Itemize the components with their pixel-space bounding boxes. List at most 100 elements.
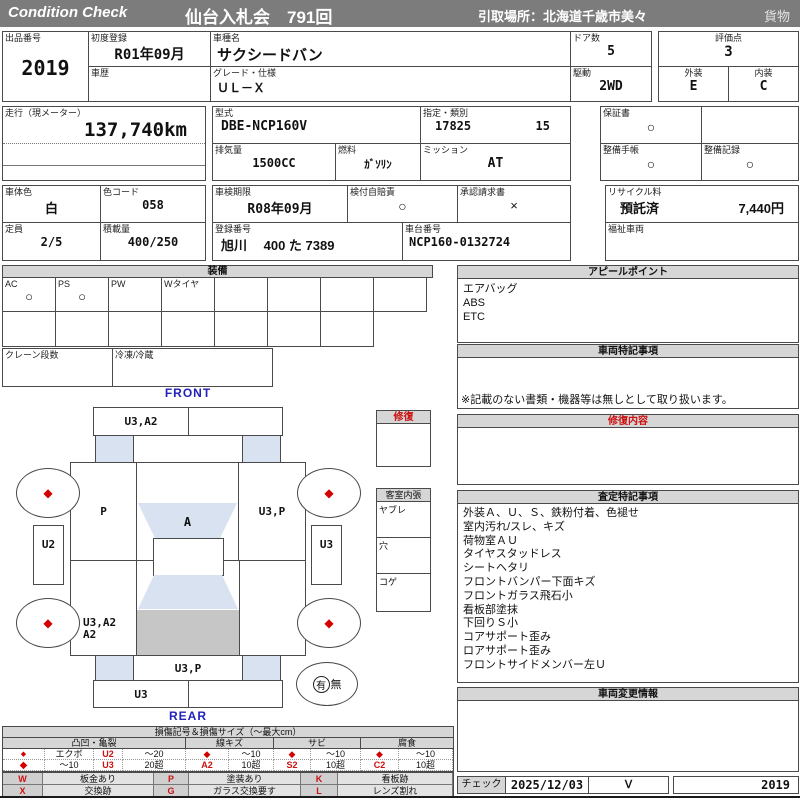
assessment-item: ロアサポート歪み <box>463 644 551 657</box>
mileage-value: 137,740km <box>3 119 205 144</box>
first-registration-box: 初度登録 R01年09月 <box>88 31 211 67</box>
cabin-lining-tear: ヤブレ <box>377 502 430 538</box>
left-door: U2 <box>33 525 64 585</box>
bottom-rule <box>0 796 800 798</box>
check-date-cell: 2025/12/03 <box>505 776 589 794</box>
equipment-pw-label: PW <box>111 279 126 289</box>
grade-box: グレード・仕様 ＵＬ－Ｘ <box>210 66 571 102</box>
damage-diamond-icon: ◆ <box>43 616 53 630</box>
assessment-panel: 査定特記事項 外装Ａ、Ｕ、Ｓ、鉄粉付着、色褪せ 室内汚れ/スレ、キズ 荷物室ＡＵ… <box>457 490 799 683</box>
auction-condition-sheet: { "header": { "logo": "Condition Check",… <box>0 0 800 800</box>
repair-detail-title: 修復内容 <box>458 415 798 428</box>
right-door: U3 <box>311 525 342 585</box>
inspection-value: R08年09月 <box>247 202 313 217</box>
right-fender-mark: U3,P <box>238 463 305 560</box>
approval-box: 承認請求書 × <box>457 185 571 223</box>
maintenance-book-mark: ○ <box>646 156 656 172</box>
repair-flag-box: 修復 <box>376 410 431 467</box>
approval-mark: × <box>510 198 518 213</box>
spare-tire-indicator: 有 無 <box>296 662 358 706</box>
wheel-rear-left: ◆ <box>16 598 80 648</box>
equipment-cell-empty <box>214 311 268 347</box>
equipment-cell-ps: PS ○ <box>55 277 109 312</box>
model-code-label: 型式 <box>215 108 234 118</box>
warranty-mark: ○ <box>646 119 656 135</box>
approval-label: 承認請求書 <box>460 187 506 197</box>
spare-no: 無 <box>330 679 342 691</box>
color-code-label: 色コード <box>103 187 140 197</box>
spare-yes-circled: 有 <box>312 675 330 693</box>
assessment-item: フロントガラス飛石小 <box>463 589 573 602</box>
body-line-right <box>239 561 240 657</box>
warranty-label: 保証書 <box>603 108 631 118</box>
recycle-status: 預託済 <box>620 201 660 216</box>
model-name-box: 車種名 サクシードバン <box>210 31 571 67</box>
front-cowl <box>95 435 281 463</box>
pickup-location: 引取場所：北海道千歳市美々 <box>478 9 648 24</box>
mileage-label: 走行（現メーター） <box>5 108 87 118</box>
capacity-value: 2/5 <box>40 235 63 249</box>
body-color-box: 車体色 白 <box>2 185 101 223</box>
doors-label: ドア数 <box>573 33 601 43</box>
insurance-mark: ○ <box>398 198 407 214</box>
legend-code-table: W 板金あり P 塗装あり K 看板跡 X 交換跡 G ガラス交換要す L レン… <box>2 772 454 798</box>
welfare-vehicle-box: 福祉車両 <box>605 222 799 261</box>
cabin-lining-box: 客室内張 ヤブレ 穴 コゲ <box>376 488 431 612</box>
equipment-wtire-label: Wタイヤ <box>164 279 200 289</box>
appeal-item: ABS <box>463 297 486 309</box>
warranty-box: 保証書 ○ <box>600 106 702 144</box>
assessment-item: 看板部塗抹 <box>463 603 518 616</box>
auction-title: 仙台入札会 791回 <box>185 8 333 27</box>
chassis-number-value: NCP160-0132724 <box>409 235 511 249</box>
maintenance-record-box: 整備記録 ○ <box>701 143 799 181</box>
wheel-front-left: ◆ <box>16 468 80 518</box>
assessment-item: 外装Ａ、Ｕ、Ｓ、鉄粉付着、色褪せ <box>463 507 639 519</box>
transmission-value: AT <box>487 156 504 171</box>
repair-flag-body <box>377 424 430 430</box>
check-mark-cell: Ｖ <box>588 776 669 794</box>
check-lot-cell: 2019 <box>673 776 799 794</box>
tailgate: U3,P <box>95 655 281 681</box>
equipment-cell-ac: AC ○ <box>2 277 56 312</box>
transmission-box: ミッション AT <box>420 143 571 181</box>
recycle-fee-label: リサイクル料 <box>608 187 662 197</box>
assessment-item: 室内汚れ/スレ、キズ <box>463 520 566 533</box>
score-box: 評価点 3 <box>658 31 799 67</box>
legend-size-table: ◆ エクボ U2 ～20 ◆ ～10 ◆ ～10 ◆ ～10 ◆ ～10 U3 … <box>2 748 454 772</box>
assessment-title: 査定特記事項 <box>458 491 798 504</box>
legend-diamond-icon: ◆ <box>186 749 229 760</box>
drive-value: 2WD <box>599 79 623 94</box>
first-registration-label: 初度登録 <box>91 33 128 43</box>
registration-number-value: 旭川 400 た 7389 <box>221 238 335 253</box>
title-bar: Condition Check 仙台入札会 791回 引取場所：北海道千歳市美々… <box>0 0 800 27</box>
model-name-label: 車種名 <box>213 33 241 43</box>
equipment-cell-empty <box>373 277 427 312</box>
score-label: 評価点 <box>714 33 742 43</box>
diagram-front-label: FRONT <box>164 386 212 400</box>
logo: Condition Check <box>8 4 128 21</box>
assessment-item: シートヘタリ <box>463 562 529 575</box>
history-box: 車歴 <box>88 66 211 102</box>
equipment-cell-empty <box>267 311 321 347</box>
maintenance-book-box: 整備手帳 ○ <box>600 143 702 181</box>
class-number: 17825 <box>435 119 472 133</box>
grade-value: ＵＬ－Ｘ <box>217 81 266 95</box>
history-label: 車歴 <box>91 68 110 78</box>
equipment-cell-empty <box>214 277 268 312</box>
front-bumper-right <box>189 408 282 435</box>
change-info-panel: 車両変更情報 <box>457 687 799 772</box>
legend-diamond-icon: ◆ <box>361 749 399 760</box>
interior-grade-box: 内装 C <box>728 66 799 102</box>
welfare-vehicle-label: 福祉車両 <box>608 224 645 234</box>
recycle-fee-box: リサイクル料 預託済 7,440円 <box>605 185 799 223</box>
right-door-mark: U3 <box>319 538 334 551</box>
lot-number-value: 2019 <box>21 56 70 80</box>
damage-diamond-icon: ◆ <box>324 486 334 500</box>
class-label: 指定・類別 <box>423 108 469 118</box>
windshield-mark: A <box>138 503 237 540</box>
chassis-number-label: 車台番号 <box>405 224 442 234</box>
interior-grade-label: 内装 <box>754 68 773 78</box>
vehicle-notes-panel: 車両特記事項 ※記載のない書類・機器等は無しとして取り扱います。 <box>457 344 799 409</box>
fuel-box: 燃料 ｶﾞｿﾘﾝ <box>335 143 421 181</box>
assessment-item: フロントサイドメンバー左Ｕ <box>463 658 606 671</box>
